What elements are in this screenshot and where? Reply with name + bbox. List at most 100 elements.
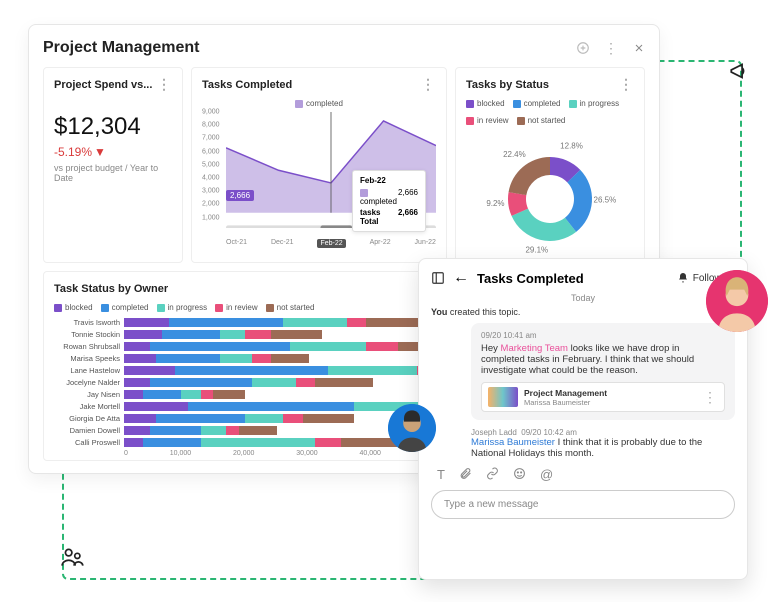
dashboard-embed[interactable]: Project Management Marissa Baumeister ⋮: [481, 382, 725, 412]
embed-more-icon[interactable]: ⋮: [703, 389, 718, 406]
bar-segment: [283, 414, 302, 423]
legend-item: completed: [295, 99, 343, 108]
bar-segment: [143, 390, 181, 399]
legend-item: completed: [513, 99, 561, 108]
legend-label: completed: [306, 99, 343, 108]
card-title: Tasks Completed: [202, 79, 292, 91]
donut-slice-label: 12.8%: [560, 141, 583, 150]
bar-segment: [226, 426, 239, 435]
legend-item: in review: [215, 303, 258, 312]
bar-segment: [271, 354, 309, 363]
bar-segment: [124, 390, 143, 399]
message-1: 09/20 10:41 am Hey Marketing Team looks …: [471, 323, 735, 420]
bar-segment: [188, 402, 354, 411]
card-title: Task Status by Owner: [54, 283, 168, 295]
back-icon[interactable]: ←: [453, 269, 469, 287]
link-icon[interactable]: [486, 467, 499, 482]
x-tick: 30,000: [296, 450, 317, 457]
chat-panel: ← Tasks Completed Following Today You cr…: [418, 258, 748, 580]
bar-segment: [156, 414, 245, 423]
legend-item: in progress: [569, 99, 620, 108]
bar-segment: [124, 402, 188, 411]
scrollbar-thumb: [321, 225, 353, 227]
legend-item: not started: [517, 116, 566, 125]
bar-segment: [252, 378, 297, 387]
x-tick: Feb-22: [317, 239, 345, 248]
message-timestamp: 09/20 10:41 am: [481, 331, 725, 340]
y-tick: 3,000: [202, 188, 220, 195]
tooltip-title: Feb-22: [360, 176, 418, 185]
donut-slice-label: 22.4%: [503, 150, 526, 159]
people-icon: [60, 544, 86, 570]
bar-segment: [124, 354, 156, 363]
bar-segment: [290, 342, 367, 351]
donut-slice[interactable]: [509, 157, 550, 195]
attachment-icon[interactable]: [459, 467, 472, 482]
bar-segment: [252, 354, 271, 363]
bar-segment: [283, 318, 347, 327]
bar-segment: [220, 330, 246, 339]
panel-icon[interactable]: [431, 271, 445, 285]
bar-segment: [124, 366, 175, 375]
embed-thumbnail-icon: [488, 387, 518, 407]
bar-segment: [315, 378, 372, 387]
message-author: Joseph Ladd: [471, 428, 517, 437]
bar-segment: [315, 438, 341, 447]
bar-segment: [347, 318, 366, 327]
legend-item: blocked: [54, 303, 93, 312]
y-tick: 7,000: [202, 135, 220, 142]
bell-icon: [677, 272, 689, 284]
x-tick: 40,000: [359, 450, 380, 457]
mention-link[interactable]: Marketing Team: [501, 343, 568, 354]
bar-segment: [156, 354, 220, 363]
compose-input[interactable]: Type a new message: [431, 490, 735, 519]
bar-segment: [124, 318, 169, 327]
bar-segment: [150, 378, 252, 387]
embed-title: Project Management: [524, 388, 607, 398]
share-icon[interactable]: [576, 41, 590, 55]
y-tick: 5,000: [202, 161, 220, 168]
dashboard-more-icon[interactable]: ⋮: [604, 40, 619, 57]
bar-segment: [220, 354, 252, 363]
project-spend-card: Project Spend vs... ⋮ $12,304 -5.19% ▼ v…: [43, 67, 183, 263]
tooltip-series-value: 2,666: [398, 188, 418, 206]
message-2: Joseph Ladd 09/20 10:42 am Marissa Baume…: [471, 428, 735, 459]
x-tick: Jun-22: [415, 239, 436, 248]
x-tick: 0: [124, 450, 128, 457]
spend-subtitle: vs project budget / Year to Date: [54, 163, 172, 183]
megaphone-icon: [728, 58, 754, 84]
avatar-joseph: [388, 404, 436, 452]
chat-title: Tasks Completed: [477, 271, 584, 286]
datapoint-label: 2,666: [226, 190, 254, 201]
card-more-icon[interactable]: ⋮: [619, 76, 634, 93]
y-tick: 2,000: [202, 201, 220, 208]
bar-segment: [366, 342, 398, 351]
card-more-icon[interactable]: ⋮: [157, 76, 172, 93]
area-chart[interactable]: 1,0002,0003,0004,0005,0006,0007,0008,000…: [202, 112, 436, 248]
tasks-completed-card: Tasks Completed ⋮ completed 1,0002,0003,…: [191, 67, 447, 263]
legend-item: in progress: [157, 303, 208, 312]
donut-slice-label: 29.1%: [525, 245, 548, 254]
donut-chart[interactable]: 12.8%26.5%29.1%9.2%22.4%: [475, 129, 625, 259]
emoji-icon[interactable]: [513, 467, 526, 482]
card-more-icon[interactable]: ⋮: [421, 76, 436, 93]
dashboard-title: Project Management: [43, 39, 199, 57]
donut-slice[interactable]: [512, 209, 577, 241]
bar-segment: [271, 330, 322, 339]
bar-segment: [150, 342, 290, 351]
bar-segment: [201, 438, 316, 447]
text-format-icon[interactable]: T: [437, 467, 445, 482]
mention-link[interactable]: Marissa Baumeister: [471, 437, 555, 448]
bar-segment: [245, 414, 283, 423]
bar-segment: [213, 390, 245, 399]
chart-tooltip: Feb-22 completed2,666 tasks Total2,666: [352, 170, 426, 232]
close-icon[interactable]: [633, 42, 645, 54]
bar-segment: [124, 378, 150, 387]
bar-segment: [201, 390, 214, 399]
owner-label: Tonnie Stockin: [54, 330, 120, 339]
embed-subtitle: Marissa Baumeister: [524, 398, 607, 407]
x-tick: 20,000: [233, 450, 254, 457]
mention-icon[interactable]: @: [540, 467, 553, 482]
owner-label: Lane Hastelow: [54, 366, 120, 375]
tasks-by-status-card: Tasks by Status ⋮ blockedcompletedin pro…: [455, 67, 645, 263]
